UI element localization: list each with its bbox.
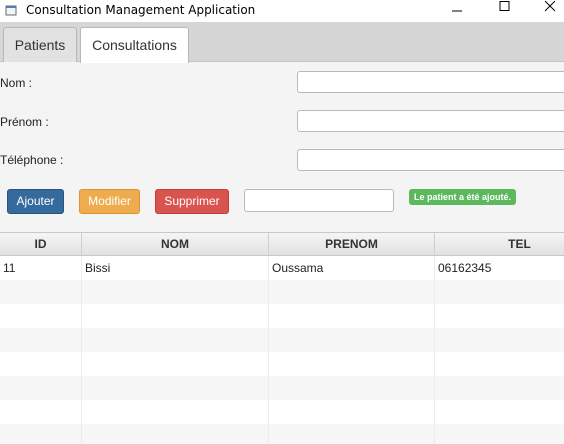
title-bar: Consultation Management Application — [0, 0, 564, 22]
close-button[interactable] — [526, 0, 564, 22]
column-header-id[interactable]: ID — [0, 233, 82, 256]
table-row[interactable]: 11 Bissi Oussama 06162345 — [0, 256, 564, 280]
minimize-button[interactable] — [433, 0, 479, 22]
empty-cell — [0, 400, 82, 424]
empty-row — [0, 328, 564, 352]
empty-cell — [82, 400, 269, 424]
table-header: ID NOM PRENOM TEL — [0, 233, 564, 256]
empty-row — [0, 376, 564, 400]
column-header-prenom[interactable]: PRENOM — [269, 233, 435, 256]
nom-field[interactable] — [297, 71, 564, 93]
java-app-icon — [4, 3, 18, 17]
search-input[interactable] — [244, 189, 394, 212]
close-icon — [544, 0, 556, 12]
telephone-field[interactable] — [297, 149, 564, 171]
empty-cell — [0, 304, 82, 328]
empty-cell — [82, 376, 269, 400]
cell-prenom: Oussama — [269, 256, 435, 280]
empty-cell — [0, 328, 82, 352]
tab-consultations[interactable]: Consultations — [80, 27, 189, 63]
empty-row — [0, 304, 564, 328]
prenom-field[interactable] — [297, 110, 564, 132]
add-button[interactable]: Ajouter — [7, 189, 64, 214]
empty-cell — [269, 328, 435, 352]
minimize-icon — [452, 10, 462, 12]
empty-cell — [82, 352, 269, 376]
delete-button[interactable]: Supprimer — [155, 189, 229, 214]
cell-id: 11 — [0, 256, 82, 280]
empty-cell — [269, 352, 435, 376]
empty-cell — [435, 328, 564, 352]
empty-cell — [435, 280, 564, 304]
maximize-icon — [499, 1, 510, 11]
cell-tel: 06162345 — [435, 256, 564, 280]
empty-cell — [269, 280, 435, 304]
nom-label: Nom : — [0, 76, 33, 90]
empty-cell — [435, 304, 564, 328]
column-header-tel[interactable]: TEL — [435, 233, 564, 256]
maximize-button[interactable] — [480, 0, 526, 22]
tab-patients[interactable]: Patients — [3, 27, 77, 62]
empty-cell — [269, 376, 435, 400]
empty-cell — [0, 424, 82, 444]
empty-cell — [269, 424, 435, 444]
empty-row — [0, 424, 564, 444]
empty-cell — [435, 376, 564, 400]
patients-table[interactable]: ID NOM PRENOM TEL 11 Bissi Oussama 06162… — [0, 232, 564, 444]
tab-bar: Patients Consultations — [0, 22, 564, 63]
empty-row — [0, 352, 564, 376]
empty-row — [0, 400, 564, 424]
empty-cell — [435, 424, 564, 444]
empty-cell — [82, 280, 269, 304]
empty-row — [0, 280, 564, 304]
empty-cell — [0, 352, 82, 376]
empty-cell — [82, 328, 269, 352]
empty-cell — [269, 304, 435, 328]
empty-cell — [0, 376, 82, 400]
column-header-nom[interactable]: NOM — [82, 233, 269, 256]
empty-cell — [82, 304, 269, 328]
prenom-label: Prénom : — [0, 115, 49, 129]
empty-cell — [435, 352, 564, 376]
empty-cell — [82, 424, 269, 444]
telephone-label: Téléphone : — [0, 153, 64, 167]
window-title: Consultation Management Application — [26, 3, 256, 17]
edit-button[interactable]: Modifier — [79, 189, 140, 214]
cell-nom: Bissi — [82, 256, 269, 280]
status-badge: Le patient a été ajouté. — [409, 189, 517, 205]
empty-cell — [269, 400, 435, 424]
empty-cell — [435, 400, 564, 424]
empty-cell — [0, 280, 82, 304]
